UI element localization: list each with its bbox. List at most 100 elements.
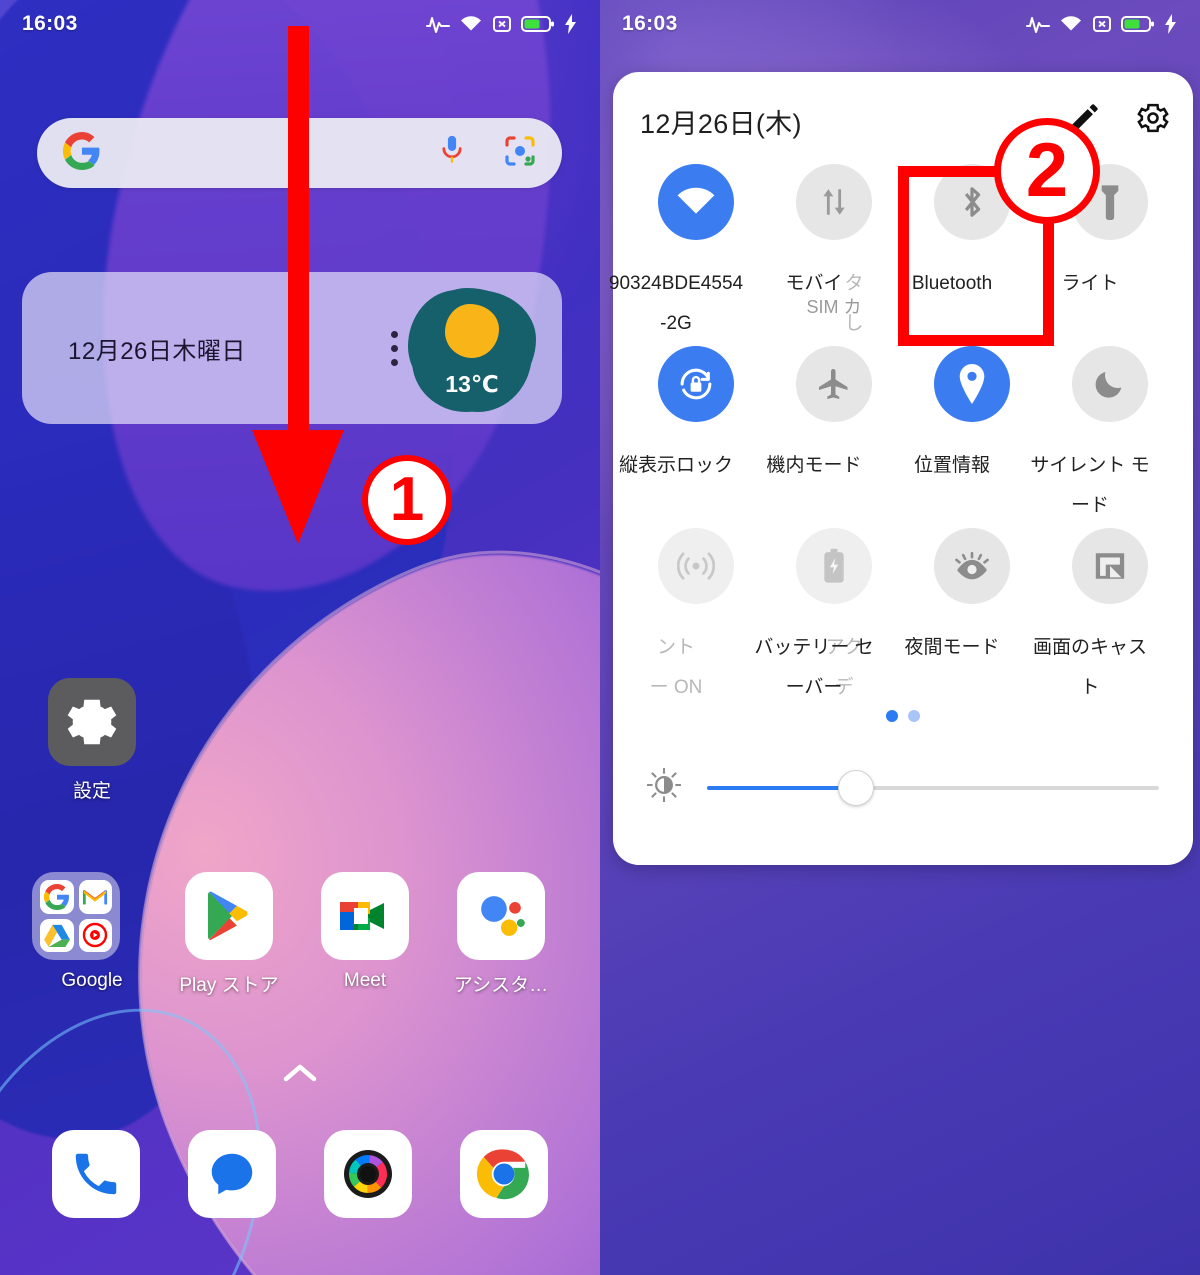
youtube-music-icon [78,918,112,952]
status-icon-group [426,14,578,34]
camera-icon[interactable] [324,1130,412,1218]
brightness-slider[interactable] [707,769,1159,806]
dock [0,1130,600,1218]
tile-battery-saver[interactable]: バッテリー セ ーバー [754,522,903,704]
nearby-share-icon [658,528,734,604]
google-assistant-icon [457,872,545,960]
tile-label-line2: ト [1080,677,1100,699]
app-label: 設定 [72,781,111,802]
brightness-row [613,767,1193,807]
tile-mobile-data[interactable]: モバイ SIM カ [765,158,903,340]
tile-label-cast-screen: 画面のキャス ト [1015,620,1200,701]
tile-label-line1: 縦表示ロック [618,455,733,476]
tile-label-line1: 90324BDE4554 [608,273,744,294]
play-store-icon [185,872,273,960]
search-actions [438,134,536,173]
app-settings[interactable]: 設定 [32,678,152,803]
tile-label-line1: モバイ [785,273,843,294]
battery-charging-icon [1121,15,1155,33]
chrome-icon[interactable] [460,1130,548,1218]
tile-label-line2: -2G [660,313,692,335]
weather-widget[interactable]: 13℃ [412,288,532,408]
google-folder-icon [32,872,120,960]
pulse-icon [426,15,450,33]
chevron-up-icon[interactable] [0,1062,600,1089]
tile-label-line1: 夜間モード [904,637,1000,658]
gear-icon[interactable] [1135,100,1171,141]
app-play-store[interactable]: Play ストア [169,872,289,997]
brightness-fill [707,785,857,790]
status-time: 16:03 [622,12,678,35]
tile-label-line1: 画面のキャス [1032,637,1147,658]
pulse-icon [1026,15,1050,33]
google-drive-icon [40,918,74,952]
tile-rotation-lock[interactable]: 縦表示ロック [619,340,765,522]
tile-label-line1: ント [656,637,695,658]
settings-gear-icon [48,678,136,766]
right-status-bar: 16:03 [600,0,1200,48]
google-g-icon [62,131,101,175]
tile-label-line1: バッテリー セ [754,637,874,658]
mobile-data-icon [796,164,872,240]
quick-settings-page-dots[interactable] [613,710,1193,722]
tile-label-line2: ー ON [649,677,703,699]
no-sim-icon [1092,14,1112,34]
tile-label-line1: 機内モード [766,455,862,476]
step-badge-1: 1 [362,455,452,545]
wifi-icon [658,164,734,240]
app-meet[interactable]: Meet [305,872,425,992]
google-g-mini-icon [40,880,74,914]
app-label: Meet [343,970,387,991]
page-dot-2[interactable] [908,710,920,722]
bolt-icon [564,14,578,34]
cast-screen-icon [1072,528,1148,604]
no-sim-icon [492,14,512,34]
tile-label-line2: ード [1070,495,1109,517]
page-dot-1[interactable] [886,710,898,722]
location-pin-icon [934,346,1010,422]
tile-label-line2: ーバー [785,677,843,699]
wifi-icon [1059,15,1083,33]
status-icon-group [1026,14,1178,34]
brightness-icon [646,767,682,807]
messages-icon[interactable] [188,1130,276,1218]
brightness-knob[interactable] [838,769,875,806]
status-time: 16:03 [22,12,78,35]
gmail-icon [78,880,112,914]
tile-airplane-mode[interactable]: 機内モード [765,340,903,522]
bolt-icon [1164,14,1178,34]
wifi-icon [459,15,483,33]
app-label: Play ストア [179,975,279,996]
quick-settings-row-3: ント ー ON アク デ バッテリー セ ーバー 夜間モード 画面のキャス ト [613,522,1193,704]
app-label: Google [61,970,123,991]
battery-charging-icon [521,15,555,33]
quick-settings-header: 12月26日(木) [613,72,1193,158]
moon-icon [1072,346,1148,422]
step-badge-2: 2 [994,118,1100,224]
airplane-icon [796,346,872,422]
night-light-eye-icon [934,528,1010,604]
google-lens-icon[interactable] [504,135,536,172]
tile-label-line1: サイレント モ [1030,455,1150,476]
glance-date: 12月26日木曜日 [68,337,246,365]
battery-saver-icon [796,528,872,604]
quick-settings-row-2: 縦表示ロック 機内モード 位置情報 サイレント モ ード [613,340,1193,522]
google-meet-icon [321,872,409,960]
quick-settings-date: 12月26日(木) [640,109,802,139]
microphone-icon[interactable] [438,134,466,173]
phone-icon[interactable] [52,1130,140,1218]
swipe-down-arrow-head [252,430,344,544]
rotation-lock-icon [658,346,734,422]
tile-silent-mode[interactable]: サイレント モ ード [1030,340,1179,522]
tile-label-line1: 位置情報 [913,455,990,476]
swipe-down-arrow-shaft [288,26,309,446]
left-phone-screen: 16:03 12月26日木曜日 13℃ 設定 Google Play ストア M… [0,0,600,1275]
app-label: アシスタ… [453,975,549,996]
tile-cast-screen[interactable]: 画面のキャス ト [1033,522,1179,704]
weather-temp: 13℃ [445,371,499,397]
tile-label-silent-mode: サイレント モ ード [1015,438,1200,519]
app-assistant[interactable]: アシスタ… [441,872,561,997]
three-dot-menu-icon[interactable] [391,330,398,366]
screenshot-root: 16:03 12月26日木曜日 13℃ 設定 Google Play ストア M… [0,0,1200,1275]
app-google-folder[interactable]: Google [32,872,152,992]
